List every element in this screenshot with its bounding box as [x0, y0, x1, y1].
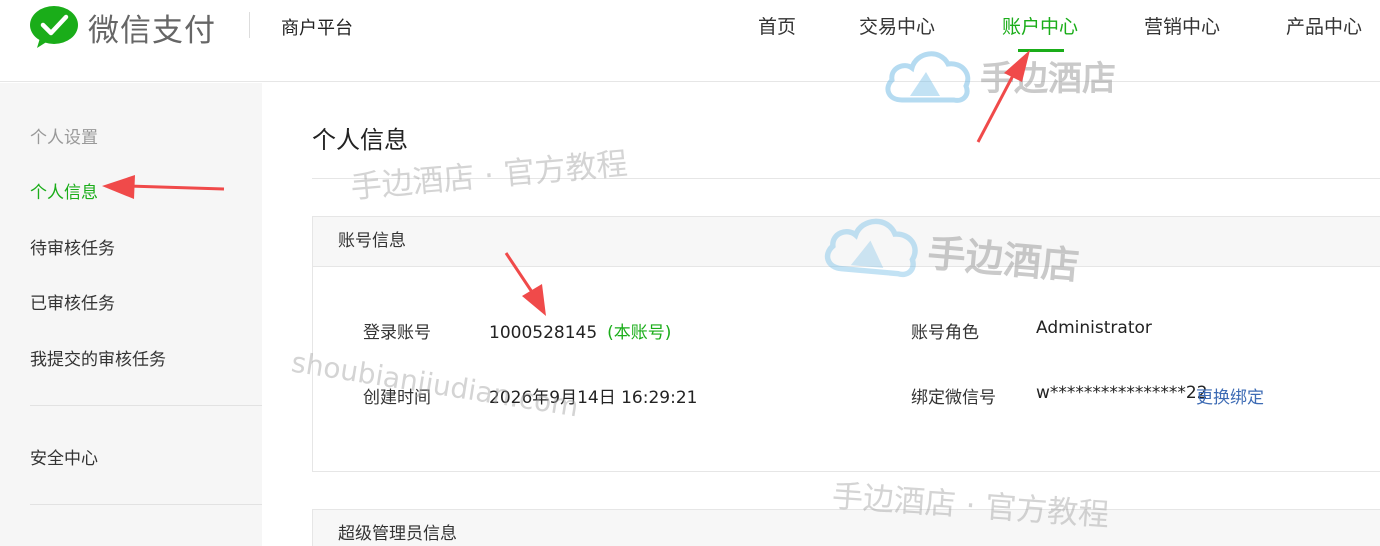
account-info-heading: 账号信息: [313, 217, 1380, 267]
super-admin-heading: 超级管理员信息: [313, 510, 1380, 546]
nav-marketing-center[interactable]: 营销中心: [1144, 12, 1220, 39]
super-admin-panel: 超级管理员信息: [312, 509, 1380, 546]
account-info-panel: 账号信息 登录账号 1000528145 (本账号) 账号角色 Administr…: [312, 216, 1380, 472]
sidebar-divider: [30, 504, 262, 505]
page-title: 个人信息: [312, 126, 408, 154]
login-account-number: 1000528145: [489, 323, 598, 343]
account-role-label: 账号角色: [911, 323, 979, 343]
login-account-label: 登录账号: [363, 323, 431, 343]
sidebar-item-reviewed[interactable]: 已审核任务: [30, 289, 115, 314]
sidebar-group-personal-settings: 个人设置: [30, 128, 98, 148]
sidebar-item-security-center[interactable]: 安全中心: [30, 444, 98, 469]
nav-product-center[interactable]: 产品中心: [1286, 12, 1362, 39]
nav-active-indicator: [1018, 49, 1064, 52]
change-binding-link[interactable]: 更换绑定: [1196, 383, 1264, 408]
nav-home[interactable]: 首页: [758, 12, 796, 39]
sidebar-item-pending-review[interactable]: 待审核任务: [30, 234, 115, 259]
sidebar: 个人设置 个人信息 待审核任务 已审核任务 我提交的审核任务 安全中心: [0, 83, 262, 546]
title-divider: [312, 178, 1380, 179]
bound-wechat-value: w****************22: [1036, 383, 1208, 403]
account-info-body: 登录账号 1000528145 (本账号) 账号角色 Administrator …: [313, 267, 1380, 471]
login-account-value: 1000528145 (本账号): [489, 318, 671, 343]
sidebar-item-my-submitted-review[interactable]: 我提交的审核任务: [30, 345, 166, 370]
sidebar-divider: [30, 405, 262, 406]
main-nav: 首页 交易中心 账户中心 营销中心 产品中心: [0, 12, 1380, 52]
sidebar-item-personal-info[interactable]: 个人信息: [30, 178, 98, 203]
bound-wechat-label: 绑定微信号: [911, 388, 996, 408]
current-account-tag: (本账号): [607, 323, 672, 343]
created-time-value: 2026年9月14日 16:29:21: [489, 388, 698, 408]
nav-transaction-center[interactable]: 交易中心: [859, 12, 935, 39]
top-header: 微信支付 商户平台 首页 交易中心 账户中心 营销中心 产品中心: [0, 0, 1380, 82]
created-time-label: 创建时间: [363, 388, 431, 408]
nav-account-center[interactable]: 账户中心: [1002, 12, 1078, 39]
account-role-value: Administrator: [1036, 318, 1152, 338]
